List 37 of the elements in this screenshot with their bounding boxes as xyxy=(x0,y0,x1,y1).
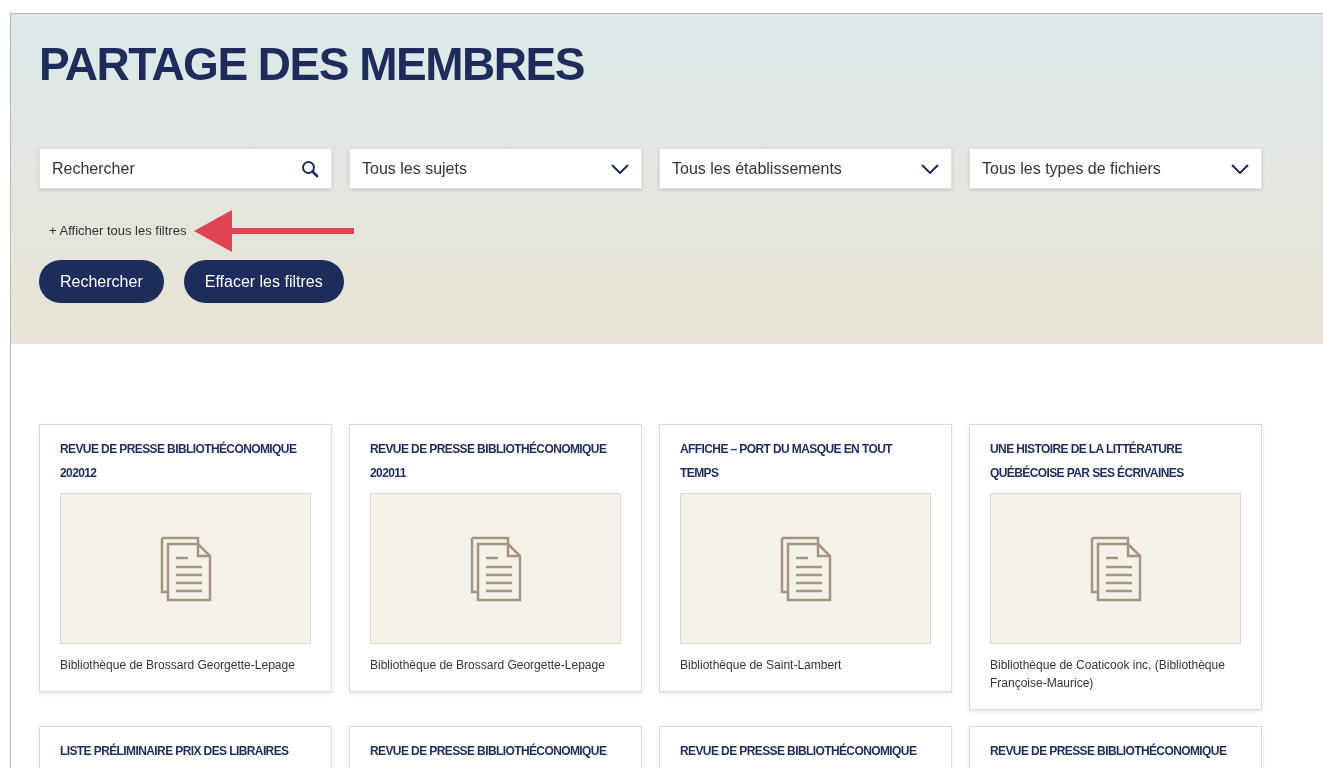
library-name: Bibliothèque de Brossard Georgette-Lepage xyxy=(60,657,296,674)
card-title: AFFICHE – PORT DU MASQUE EN TOUT TEMPS xyxy=(680,441,894,482)
documents-icon xyxy=(159,535,212,602)
card-title: UNE HISTOIRE DE LA LITTÉRATURE QUÉBÉCOISE PAR SES ÉCRIVAINES xyxy=(990,440,1185,482)
library-name: Bibliothèque de Brossard Georgette-Lepage xyxy=(370,657,606,674)
card-title: REVUE DE PRESSE BIBLIOTHÉCONOMIQUE xyxy=(680,742,918,760)
card[interactable]: LISTE PRÉLIMINAIRE PRIX DES LIBRAIRES xyxy=(39,726,332,768)
card[interactable]: REVUE DE PRESSE BIBLIOTHÉCONOMIQUE xyxy=(349,726,642,768)
chevron-down-icon xyxy=(611,163,629,174)
dropdown[interactable]: Tous les sujets xyxy=(349,148,642,189)
card-title: LISTE PRÉLIMINAIRE PRIX DES LIBRAIRES xyxy=(60,742,290,760)
search-input[interactable]: Rechercher xyxy=(52,156,301,181)
documents-icon xyxy=(1089,535,1142,602)
card[interactable]: REVUE DE PRESSE BIBLIOTHÉCONOMIQUE 202012 Bibliothèque de Brossard Georgette-Lepage xyxy=(39,424,332,692)
page-title: PARTAGE DES MEMBRES xyxy=(39,37,584,92)
show-filters-link[interactable]: + Afficher tous les filtres xyxy=(49,221,187,241)
dropdown[interactable]: Tous les types de fichiers xyxy=(969,148,1262,189)
card-title: REVUE DE PRESSE BIBLIOTHÉCONOMIQUE 202011 xyxy=(370,440,608,482)
dropdown[interactable]: Tous les établissements xyxy=(659,148,952,189)
chevron-down-icon xyxy=(921,163,939,174)
search-field[interactable]: Rechercher xyxy=(39,148,332,189)
action-button[interactable]: Rechercher xyxy=(39,260,164,303)
card[interactable]: AFFICHE – PORT DU MASQUE EN TOUT TEMPS Bibliothèque de Saint-Lambert xyxy=(659,424,952,692)
card-title: REVUE DE PRESSE BIBLIOTHÉCONOMIQUE 202012 xyxy=(60,440,298,482)
library-name: Bibliothèque de Coaticook inc, (Bibliothèque Françoise-Maurice) xyxy=(990,657,1226,692)
card[interactable]: REVUE DE PRESSE BIBLIOTHÉCONOMIQUE xyxy=(659,726,952,768)
documents-icon xyxy=(469,535,522,602)
card-title: REVUE DE PRESSE BIBLIOTHÉCONOMIQUE xyxy=(370,742,608,760)
action-button[interactable]: Effacer les filtres xyxy=(183,260,344,303)
library-name: Bibliothèque de Saint-Lambert xyxy=(680,657,843,674)
card[interactable]: REVUE DE PRESSE BIBLIOTHÉCONOMIQUE 202011 Bibliothèque de Brossard Georgette-Lepage xyxy=(349,424,642,692)
chevron-down-icon xyxy=(1231,163,1249,174)
card[interactable]: UNE HISTOIRE DE LA LITTÉRATURE QUÉBÉCOISE PAR SES ÉCRIVAINES Bibliothèque de Coaticook inc, (Bibliothèque Françoise-Maurice) xyxy=(969,424,1262,710)
card-title: REVUE DE PRESSE BIBLIOTHÉCONOMIQUE xyxy=(990,742,1228,760)
search-icon xyxy=(301,159,319,178)
card[interactable]: REVUE DE PRESSE BIBLIOTHÉCONOMIQUE xyxy=(969,726,1262,768)
documents-icon xyxy=(779,535,832,602)
